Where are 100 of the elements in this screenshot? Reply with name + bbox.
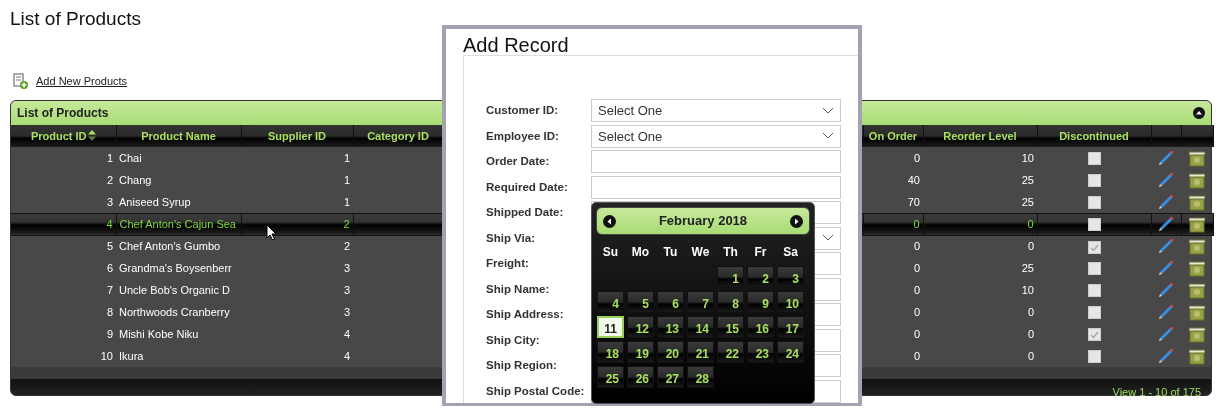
table-cell-text: 0: [912, 282, 921, 298]
table-cell: 25: [923, 191, 1037, 213]
weekday-label: Su: [601, 244, 620, 261]
table-cell-text: 0: [1026, 326, 1035, 342]
table-cell-text: Chang: [118, 172, 153, 188]
table-cell: 0: [923, 213, 1037, 235]
day-cell[interactable]: 13: [657, 316, 684, 338]
table-cell-text: 40: [906, 172, 921, 188]
day-cell[interactable]: 26: [627, 366, 654, 388]
table-cell-text: 3: [342, 282, 351, 298]
table-cell: 2: [241, 235, 353, 257]
table-cell-text: Mishi Kobe Niku: [118, 326, 200, 342]
day-cell[interactable]: 25: [597, 366, 624, 388]
day-cell[interactable]: 16: [747, 316, 774, 338]
day-cell[interactable]: 27: [657, 366, 684, 388]
table-cell: 0: [863, 213, 923, 235]
day-cell[interactable]: 20: [657, 341, 684, 363]
table-cell: 3: [11, 191, 116, 213]
table-cell: 1: [11, 147, 116, 169]
table-cell-text: 1: [342, 172, 351, 188]
table-cell-text: Northwoods Cranberry: [118, 304, 231, 320]
table-cell: 1: [241, 191, 353, 213]
day-cell[interactable]: 19: [627, 341, 654, 363]
field-label: Ship Via:: [486, 230, 536, 246]
day-cell[interactable]: 7: [687, 291, 714, 313]
table-cell: Chai: [116, 147, 241, 169]
weekday-label: Mo: [630, 244, 651, 261]
day-cell[interactable]: 14: [687, 316, 714, 338]
table-cell-text: 0: [912, 326, 921, 342]
weekday-label: Fr: [753, 244, 768, 261]
column-header[interactable]: Reorder Level: [923, 125, 1037, 147]
day-cell[interactable]: 18: [597, 341, 624, 363]
table-cell: 70: [863, 191, 923, 213]
table-cell-text: 0: [1026, 304, 1035, 320]
column-header[interactable]: Supplier ID: [241, 125, 353, 147]
table-cell-text: 25: [1020, 172, 1035, 188]
table-cell-text: 0: [912, 260, 921, 276]
field-label: Shipped Date:: [486, 205, 565, 221]
field-label: Order Date:: [486, 154, 551, 170]
weekday-label: We: [690, 244, 711, 261]
day-cell[interactable]: 24: [777, 341, 804, 363]
day-cell[interactable]: 2: [747, 266, 774, 288]
table-cell-text: 3: [342, 260, 351, 276]
field-label: Ship Postal Code:: [486, 383, 586, 399]
field-label: Freight:: [486, 256, 530, 272]
table-cell: 2: [241, 213, 353, 235]
table-cell-text: 0: [1026, 348, 1035, 364]
table-cell: 0: [923, 235, 1037, 257]
table-cell-text: 4: [342, 348, 351, 364]
column-header[interactable]: Discontinued: [1037, 125, 1151, 147]
day-cell[interactable]: 11: [597, 316, 624, 338]
day-cell[interactable]: 21: [687, 341, 714, 363]
field-label: Customer ID:: [486, 103, 560, 119]
column-header[interactable]: On Order: [863, 125, 923, 147]
day-cell[interactable]: 1: [717, 266, 744, 288]
pager-text: View 1 - 10 of 175: [1112, 385, 1201, 400]
table-cell-text: 2: [105, 172, 114, 188]
column-header[interactable]: Product Name: [116, 125, 241, 147]
month-title: February 2018: [658, 212, 748, 231]
add-products-link[interactable]: Add New Products: [36, 72, 128, 90]
table-cell-text: 3: [342, 304, 351, 320]
field-label: Ship Address:: [486, 307, 565, 323]
table-cell: 5: [11, 235, 116, 257]
day-cell[interactable]: 28: [687, 366, 714, 388]
table-cell-text: 0: [912, 348, 921, 364]
field-label: Ship Region:: [486, 358, 558, 374]
table-cell-text: Uncle Bob's Organic D: [118, 282, 231, 298]
field-label: Required Date:: [486, 179, 569, 195]
day-cell[interactable]: 17: [777, 316, 804, 338]
table-cell-text: 10: [1020, 282, 1035, 298]
column-header[interactable]: Product ID: [11, 125, 116, 147]
table-cell-text: 4: [342, 326, 351, 342]
weekday-label: Tu: [662, 244, 679, 261]
day-cell[interactable]: 9: [747, 291, 774, 313]
field-label: Ship Name:: [486, 281, 551, 297]
grid-caption: List of Products: [17, 105, 109, 122]
day-cell[interactable]: 6: [657, 291, 684, 313]
day-cell[interactable]: 23: [747, 341, 774, 363]
day-cell[interactable]: 4: [597, 291, 624, 313]
day-cell[interactable]: 10: [777, 291, 804, 313]
select-field[interactable]: Select One: [591, 99, 841, 123]
table-cell: 1: [241, 147, 353, 169]
table-cell-text: 9: [105, 326, 114, 342]
day-cell[interactable]: 15: [717, 316, 744, 338]
column-header[interactable]: Category ID: [353, 125, 443, 147]
day-cell[interactable]: 22: [717, 341, 744, 363]
table-cell: Aniseed Syrup: [116, 191, 241, 213]
table-cell: Chef Anton's Cajun Sea: [116, 213, 241, 235]
day-cell[interactable]: 12: [627, 316, 654, 338]
field-label: Employee ID:: [486, 128, 560, 144]
table-cell: 0: [863, 147, 923, 169]
table-cell-text: 0: [912, 304, 921, 320]
table-cell-text: Ikura: [118, 348, 145, 364]
table-cell: 4: [11, 213, 116, 235]
weekday-label: Sa: [782, 244, 799, 261]
day-cell[interactable]: 8: [717, 291, 744, 313]
select-field[interactable]: Select One: [591, 124, 841, 148]
field-label: Ship City:: [486, 332, 541, 348]
day-cell[interactable]: 3: [777, 266, 804, 288]
day-cell[interactable]: 5: [627, 291, 654, 313]
